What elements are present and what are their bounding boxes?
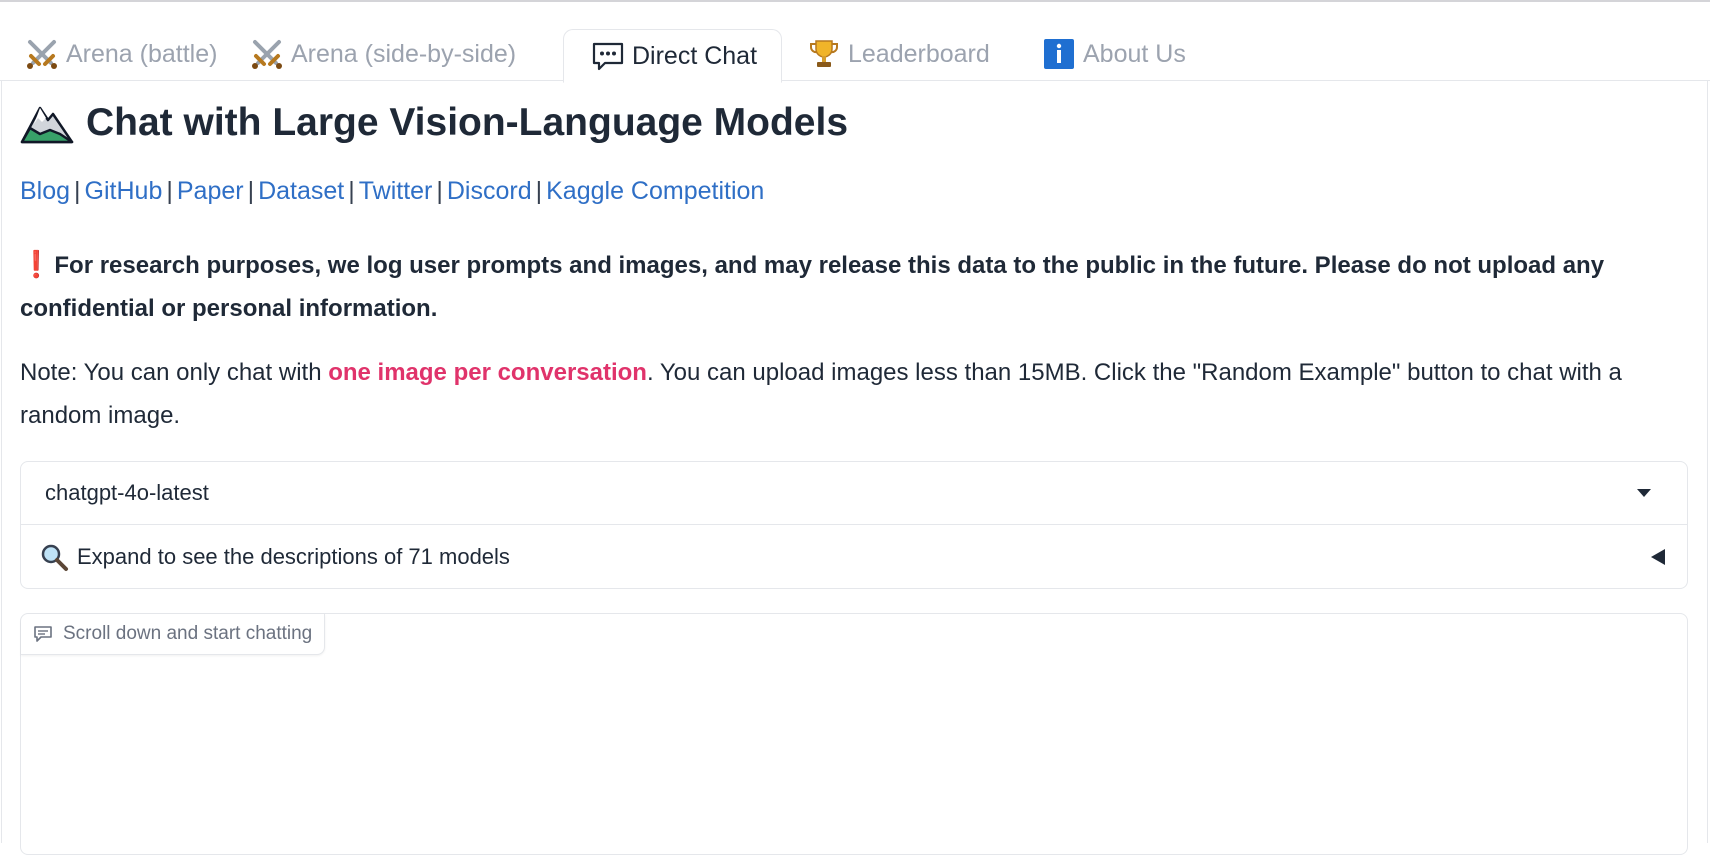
info-icon — [1041, 36, 1077, 72]
tab-arena-side-by-side[interactable]: Arena (side-by-side) — [249, 28, 516, 80]
link-separator: | — [436, 177, 443, 205]
model-dropdown-value: chatgpt-4o-latest — [45, 480, 209, 505]
link-separator: | — [74, 177, 81, 205]
model-selector-panel: chatgpt-4o-latest Expand to see the desc… — [20, 461, 1688, 589]
privacy-warning: ❗For research purposes, we log user prom… — [20, 243, 1680, 330]
trophy-icon — [806, 36, 842, 72]
magnifier-icon — [39, 542, 69, 572]
link-github[interactable]: GitHub — [85, 177, 163, 205]
triangle-left-icon — [1651, 549, 1665, 565]
warning-text: For research purposes, we log user promp… — [20, 252, 1605, 322]
tab-label: Direct Chat — [632, 41, 758, 70]
chatbot-label-text: Scroll down and start chatting — [63, 623, 313, 644]
exclamation-icon: ❗ — [20, 249, 53, 279]
link-separator: | — [535, 177, 543, 205]
tab-label: Leaderboard — [848, 39, 990, 68]
link-twitter[interactable]: Twitter — [359, 177, 433, 205]
link-blog[interactable]: Blog — [20, 177, 70, 205]
page-title: Chat with Large Vision-Language Models — [20, 100, 848, 146]
link-kaggle-competition[interactable]: Kaggle Competition — [546, 177, 764, 205]
note-highlight: one image per conversation — [328, 359, 647, 386]
chat-icon — [33, 624, 53, 644]
mountain-icon — [20, 100, 74, 146]
tab-label: Arena (side-by-side) — [291, 39, 517, 68]
link-separator: | — [166, 177, 173, 205]
tab-direct-chat[interactable]: Direct Chat — [563, 29, 783, 83]
tab-leaderboard[interactable]: Leaderboard — [806, 28, 990, 80]
tab-label: About Us — [1083, 39, 1186, 68]
note-prefix: Note: You can only chat with — [20, 359, 329, 386]
caret-down-icon — [1637, 489, 1651, 497]
usage-note: Note: You can only chat with one image p… — [20, 351, 1690, 437]
model-dropdown[interactable]: chatgpt-4o-latest — [21, 462, 1687, 525]
chatbot-panel: Scroll down and start chatting — [20, 613, 1688, 855]
link-separator: | — [348, 177, 355, 205]
accordion-label: Expand to see the descriptions of 71 mod… — [77, 543, 510, 569]
model-descriptions-accordion[interactable]: Expand to see the descriptions of 71 mod… — [21, 525, 1687, 588]
tab-bar: Arena (battle) Arena (side-by-side) Dire — [0, 2, 1710, 83]
link-paper[interactable]: Paper — [177, 177, 244, 205]
chatbot-label: Scroll down and start chatting — [21, 614, 326, 655]
crossed-swords-icon — [249, 36, 285, 72]
speech-bubble-icon — [590, 38, 626, 74]
link-separator: | — [247, 177, 255, 205]
tab-arena-battle[interactable]: Arena (battle) — [24, 28, 217, 80]
tab-about-us[interactable]: About Us — [1041, 28, 1186, 80]
links-row: Blog | GitHub | Paper | Dataset | Twitter | Discor… — [20, 177, 764, 206]
crossed-swords-icon — [24, 36, 60, 72]
link-dataset[interactable]: Dataset — [258, 177, 344, 205]
link-discord[interactable]: Discord — [447, 177, 532, 205]
tab-label: Arena (battle) — [66, 39, 218, 68]
page-title-text: Chat with Large Vision-Language Models — [86, 101, 849, 144]
